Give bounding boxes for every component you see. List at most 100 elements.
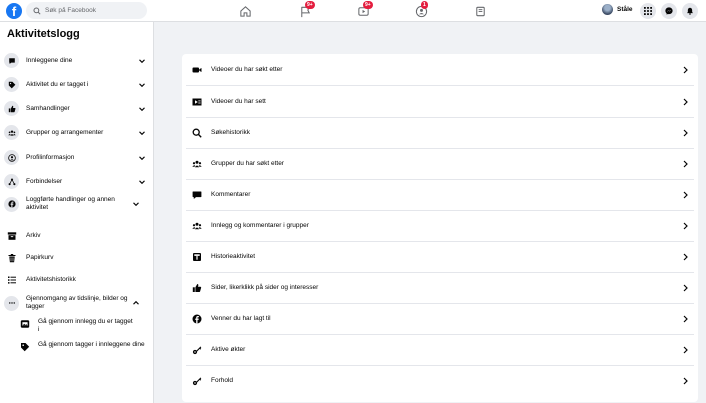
story-icon: [192, 252, 202, 262]
video-watched-icon: [192, 97, 202, 107]
watch-notification-badge: 9+: [363, 1, 373, 9]
sidebar-item-label: Grupper og arrangementer: [26, 128, 104, 136]
facebook-icon: [192, 314, 202, 324]
sidebar-item-your-posts[interactable]: Innleggene dine: [4, 53, 150, 68]
pages-nav-icon[interactable]: 9+: [297, 1, 315, 19]
video-search-icon: [192, 65, 202, 75]
sidebar-item-tagged-activity[interactable]: Aktivitet du er tagget i: [4, 77, 150, 92]
chevron-right-icon: [683, 377, 688, 384]
list-item-label: Historieaktivitet: [211, 253, 256, 260]
chevron-right-icon: [683, 66, 688, 73]
chevron-right-icon: [683, 191, 688, 198]
search-box[interactable]: [26, 2, 147, 19]
gaming-nav-icon[interactable]: [472, 3, 488, 19]
sidebar-item-trash[interactable]: Papirkurv: [4, 250, 150, 265]
sidebar-item-label: Loggførte handlinger og annen aktivitet: [26, 196, 115, 211]
list-item-label: Videoer du har søkt etter: [211, 66, 283, 73]
chevron-right-icon: [683, 160, 688, 167]
profile-link[interactable]: Ståle: [602, 4, 633, 15]
groups-icon: [4, 125, 19, 140]
messenger-button[interactable]: [661, 3, 677, 19]
list-item-videos-searched[interactable]: Videoer du har søkt etter: [182, 54, 698, 85]
list-icon: [4, 272, 19, 287]
list-item-label: Venner du har lagt til: [211, 315, 271, 322]
list-item-search-history[interactable]: Søkehistorikk: [182, 117, 698, 148]
pages-notification-badge: 9+: [305, 1, 315, 9]
sidebar-item-label: Forbindelser: [26, 177, 63, 185]
sidebar-item-label: Samhandlinger: [26, 104, 70, 112]
sidebar-item-interactions[interactable]: Samhandlinger: [4, 101, 150, 116]
thumbs-up-icon: [192, 283, 202, 293]
list-item-comments[interactable]: Kommentarer: [182, 179, 698, 210]
chevron-down-icon: [139, 155, 145, 160]
bell-icon: [687, 7, 693, 15]
more-icon: [4, 295, 19, 311]
sidebar-item-label: Gå gjennom tagger i innleggene dine: [38, 341, 145, 348]
tag-icon: [4, 77, 19, 92]
list-item-label: Forhold: [211, 377, 234, 384]
chevron-right-icon: [683, 253, 688, 260]
chevron-down-icon: [133, 202, 139, 207]
sidebar-item-logged-actions[interactable]: Loggførte handlinger og annen aktivitet: [4, 196, 150, 212]
list-item-pages-likes-interests[interactable]: Sider, likerklikk på sider og interesser: [182, 272, 698, 303]
sidebar-item-timeline-review[interactable]: Gjennomgang av tidslinje, bilder og tagg…: [4, 295, 150, 311]
watch-nav-icon[interactable]: 9+: [355, 1, 373, 19]
list-item-label: Søkehistorikk: [211, 129, 251, 136]
groups-icon: [192, 221, 202, 231]
chevron-right-icon: [683, 129, 688, 136]
key-icon: [192, 376, 202, 386]
list-item-story-activity[interactable]: Historieaktivitet: [182, 241, 698, 272]
sidebar-item-connections[interactable]: Forbindelser: [4, 174, 150, 189]
menu-grid-button[interactable]: [640, 3, 656, 19]
sidebar-subitem-review-tags[interactable]: Gå gjennom tagger i innleggene dine: [20, 341, 150, 352]
facebook-logo-icon[interactable]: f: [6, 3, 22, 19]
sidebar-item-label: Aktivitet du er tagget i: [26, 80, 89, 88]
sidebar-item-archive[interactable]: Arkiv: [4, 228, 150, 243]
chevron-right-icon: [683, 222, 688, 229]
list-item-label: Innlegg og kommentarer i grupper: [211, 222, 309, 229]
sidebar-item-label: Arkiv: [26, 231, 41, 239]
archive-icon: [4, 228, 19, 243]
list-item-group-posts-comments[interactable]: Innlegg og kommentarer i grupper: [182, 210, 698, 241]
thumbs-up-icon: [4, 101, 19, 116]
sidebar-item-groups-events[interactable]: Grupper og arrangementer: [4, 125, 150, 140]
list-item-label: Videoer du har sett: [211, 98, 266, 105]
chevron-down-icon: [139, 130, 145, 135]
list-item-relationships[interactable]: Forhold: [182, 365, 698, 396]
chevron-down-icon: [139, 82, 145, 87]
list-item-label: Grupper du har søkt etter: [211, 160, 284, 167]
key-icon: [192, 345, 202, 355]
groups-nav-icon[interactable]: 1: [413, 1, 429, 19]
chevron-down-icon: [139, 58, 145, 63]
activity-categories-card: Videoer du har søkt etter Videoer du har…: [182, 54, 698, 402]
review-post-icon: [20, 320, 30, 328]
chevron-down-icon: [139, 179, 145, 184]
sidebar-item-label: Gå gjennom innlegg du er tagget i: [38, 318, 133, 333]
search-input[interactable]: [45, 7, 145, 14]
facebook-icon: [4, 196, 19, 212]
grid-icon: [644, 7, 652, 15]
list-item-videos-watched[interactable]: Videoer du har sett: [182, 86, 698, 117]
sidebar-item-profile-info[interactable]: Profilinformasjon: [4, 150, 150, 165]
sidebar-item-label: Innleggene dine: [26, 56, 73, 64]
sidebar-title: Aktivitetslogg: [7, 28, 80, 40]
review-tag-icon: [21, 343, 30, 352]
home-nav-icon[interactable]: [237, 3, 253, 19]
user-name: Ståle: [617, 6, 633, 13]
comment-icon: [192, 190, 202, 200]
sidebar-item-label: Profilinformasjon: [26, 153, 75, 161]
chevron-right-icon: [683, 315, 688, 322]
chevron-right-icon: [683, 284, 688, 291]
profile-icon: [4, 150, 19, 165]
search-icon: [192, 128, 202, 138]
notifications-button[interactable]: [682, 3, 698, 19]
list-item-friends-added[interactable]: Venner du har lagt til: [182, 303, 698, 334]
chevron-down-icon: [139, 106, 145, 111]
sidebar-item-label: Gjennomgang av tidslinje, bilder og tagg…: [26, 295, 128, 310]
sidebar-item-activity-history[interactable]: Aktivitetshistorikk: [4, 272, 150, 287]
sidebar-subitem-review-tagged-posts[interactable]: Gå gjennom innlegg du er tagget i: [20, 318, 150, 334]
chevron-right-icon: [683, 346, 688, 353]
list-item-groups-searched[interactable]: Grupper du har søkt etter: [182, 148, 698, 179]
list-item-active-sessions[interactable]: Aktive økter: [182, 334, 698, 365]
sidebar-item-label: Papirkurv: [26, 253, 54, 261]
